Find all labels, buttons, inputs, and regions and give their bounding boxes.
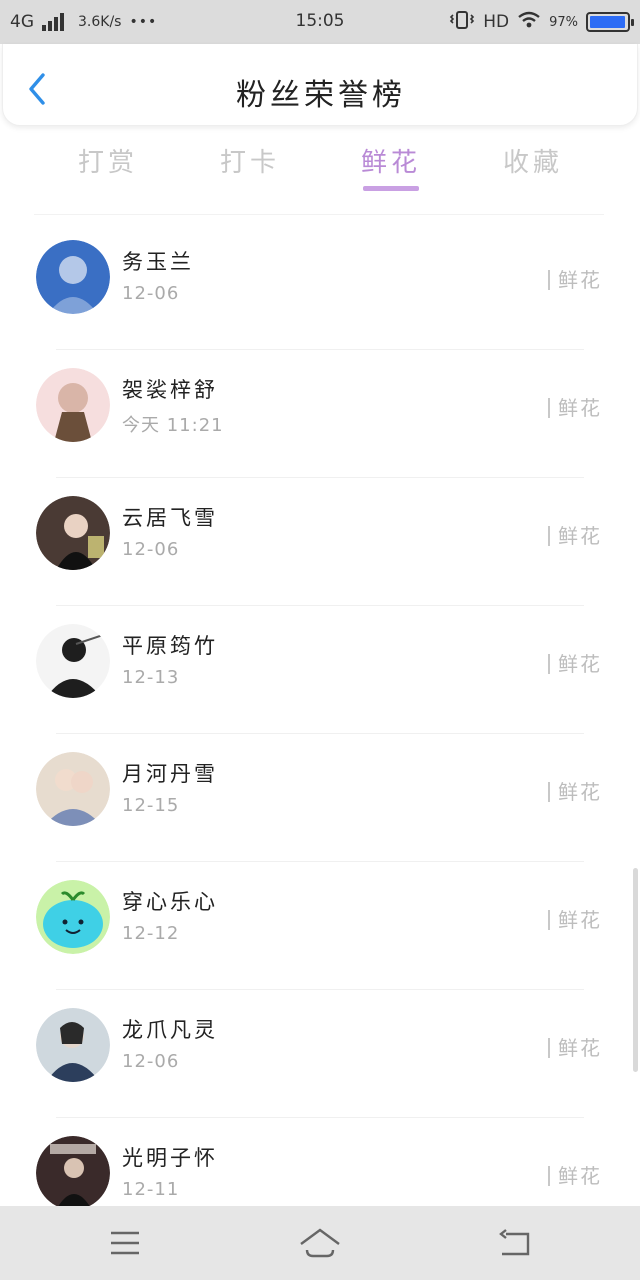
fan-name: 平原筠竹	[122, 634, 218, 658]
avatar-image	[36, 752, 110, 826]
separator-bar	[548, 782, 550, 802]
avatar-image	[36, 880, 110, 954]
list-item[interactable]: 务玉兰 12-06 鲜花	[0, 222, 640, 350]
separator-bar	[548, 1038, 550, 1058]
header-bar: 粉丝荣誉榜	[2, 44, 638, 126]
gift-label: 鲜花	[548, 1032, 602, 1061]
fan-name: 务玉兰	[122, 250, 194, 274]
gift-label: 鲜花	[548, 904, 602, 933]
avatar[interactable]	[36, 240, 110, 314]
status-bar: 4G 3.6K/s ••• 15:05 HD 97%	[0, 0, 640, 44]
separator-bar	[548, 526, 550, 546]
avatar-image	[36, 624, 110, 698]
tab-checkin[interactable]: 打卡	[180, 142, 320, 179]
vibrate-icon	[449, 10, 475, 34]
back-icon	[499, 1229, 530, 1256]
fan-name: 龙爪凡灵	[122, 1018, 218, 1042]
gift-text: 鲜花	[558, 1036, 602, 1060]
status-right: HD 97%	[449, 0, 634, 44]
gift-label: 鲜花	[548, 1160, 602, 1189]
system-nav-bar	[0, 1206, 640, 1280]
hd-label: HD	[483, 12, 510, 32]
divider	[34, 214, 604, 215]
fan-name: 光明子怀	[122, 1146, 218, 1170]
fan-date: 12-13	[122, 667, 180, 688]
tab-favorites[interactable]: 收藏	[463, 142, 603, 179]
list-item[interactable]: 月河丹雪 12-15 鲜花	[0, 734, 640, 862]
battery-percent: 97%	[549, 14, 578, 30]
avatar-image	[36, 240, 110, 314]
separator-bar	[548, 910, 550, 930]
fan-name: 云居飞雪	[122, 506, 218, 530]
gift-text: 鲜花	[558, 1164, 602, 1188]
gift-text: 鲜花	[558, 908, 602, 932]
avatar[interactable]	[36, 1008, 110, 1082]
back-nav-button[interactable]	[492, 1224, 538, 1262]
fan-date: 今天 11:21	[122, 415, 224, 436]
gift-text: 鲜花	[558, 268, 602, 292]
home-icon	[300, 1228, 340, 1258]
separator-bar	[548, 1166, 550, 1186]
avatar[interactable]	[36, 624, 110, 698]
list-item[interactable]: 云居飞雪 12-06 鲜花	[0, 478, 640, 606]
avatar-image	[36, 1008, 110, 1082]
menu-button[interactable]	[102, 1224, 148, 1262]
gift-text: 鲜花	[558, 524, 602, 548]
wifi-icon	[517, 11, 541, 34]
tab-bar: 打赏 打卡 鲜花 收藏	[0, 132, 640, 202]
home-button[interactable]	[297, 1224, 343, 1262]
list-item[interactable]: 穿心乐心 12-12 鲜花	[0, 862, 640, 990]
separator-bar	[548, 654, 550, 674]
avatar-image	[36, 368, 110, 442]
fan-date: 12-15	[122, 795, 180, 816]
battery-icon	[586, 12, 634, 32]
menu-icon	[111, 1231, 139, 1255]
fan-date: 12-06	[122, 1051, 180, 1072]
fan-date: 12-06	[122, 539, 180, 560]
gift-label: 鲜花	[548, 776, 602, 805]
fan-name: 袈裟梓舒	[122, 378, 218, 402]
avatar[interactable]	[36, 752, 110, 826]
list-item[interactable]: 平原筠竹 12-13 鲜花	[0, 606, 640, 734]
gift-label: 鲜花	[548, 264, 602, 293]
scrollbar[interactable]	[633, 868, 638, 1072]
list-item[interactable]: 袈裟梓舒 今天 11:21 鲜花	[0, 350, 640, 478]
fan-date: 12-11	[122, 1179, 180, 1200]
gift-text: 鲜花	[558, 652, 602, 676]
fan-date: 12-12	[122, 923, 180, 944]
separator-bar	[548, 270, 550, 290]
fan-name: 月河丹雪	[122, 762, 218, 786]
page-title: 粉丝荣誉榜	[236, 78, 406, 113]
gift-text: 鲜花	[558, 780, 602, 804]
separator-bar	[548, 398, 550, 418]
avatar-image	[36, 496, 110, 570]
gift-label: 鲜花	[548, 648, 602, 677]
avatar[interactable]	[36, 368, 110, 442]
gift-label: 鲜花	[548, 520, 602, 549]
gift-label: 鲜花	[548, 392, 602, 421]
avatar[interactable]	[36, 496, 110, 570]
avatar[interactable]	[36, 880, 110, 954]
fan-list: 务玉兰 12-06 鲜花 袈裟梓舒 今天 11:21 鲜花 云居飞雪 12-06…	[0, 222, 640, 1246]
tab-flowers[interactable]: 鲜花	[321, 142, 461, 179]
fan-name: 穿心乐心	[122, 890, 218, 914]
fan-date: 12-06	[122, 283, 180, 304]
list-item[interactable]: 龙爪凡灵 12-06 鲜花	[0, 990, 640, 1118]
avatar[interactable]	[36, 1136, 110, 1210]
gift-text: 鲜花	[558, 396, 602, 420]
active-tab-indicator	[363, 186, 419, 191]
avatar-image	[36, 1136, 110, 1210]
tab-reward[interactable]: 打赏	[38, 142, 178, 179]
